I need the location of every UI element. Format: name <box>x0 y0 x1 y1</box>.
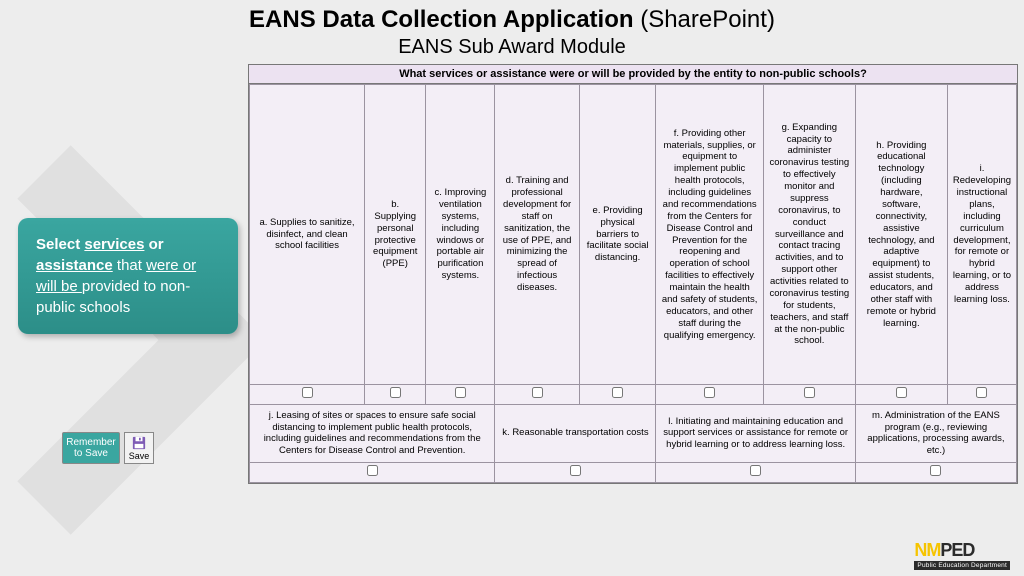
cell-i: i. Redeveloping instructional plans, inc… <box>947 85 1016 385</box>
remember-to-save-label: Remember to Save <box>62 432 120 464</box>
cell-c: c. Improving ventilation systems, includ… <box>426 85 495 385</box>
cell-l: l. Initiating and maintaining education … <box>656 404 855 462</box>
instruction-callout: Select services or assistance that were … <box>18 218 238 334</box>
checkbox-j[interactable] <box>367 465 378 476</box>
checkbox-i[interactable] <box>976 387 987 398</box>
checkbox-e[interactable] <box>612 387 623 398</box>
cell-h: h. Providing educational technology (inc… <box>855 85 947 385</box>
checkbox-m[interactable] <box>930 465 941 476</box>
table-header: What services or assistance were or will… <box>249 65 1017 84</box>
cell-m: m. Administration of the EANS program (e… <box>855 404 1016 462</box>
table-row <box>250 462 1017 482</box>
checkbox-d[interactable] <box>532 387 543 398</box>
checkbox-c[interactable] <box>455 387 466 398</box>
floppy-disk-icon <box>132 436 146 450</box>
cell-a: a. Supplies to sanitize, disinfect, and … <box>250 85 365 385</box>
table-row <box>250 385 1017 405</box>
page-title: EANS Data Collection Application (ShareP… <box>0 0 1024 34</box>
save-button[interactable]: Save <box>124 432 154 464</box>
checkbox-h[interactable] <box>896 387 907 398</box>
checkbox-f[interactable] <box>704 387 715 398</box>
cell-f: f. Providing other materials, supplies, … <box>656 85 763 385</box>
save-hint: Remember to Save Save <box>62 432 154 464</box>
page-subtitle: EANS Sub Award Module <box>0 36 1024 59</box>
checkbox-g[interactable] <box>804 387 815 398</box>
cell-k: k. Reasonable transportation costs <box>495 404 656 462</box>
cell-g: g. Expanding capacity to administer coro… <box>763 85 855 385</box>
table-row: j. Leasing of sites or spaces to ensure … <box>250 404 1017 462</box>
checkbox-a[interactable] <box>302 387 313 398</box>
checkbox-l[interactable] <box>750 465 761 476</box>
checkbox-b[interactable] <box>390 387 401 398</box>
services-table: What services or assistance were or will… <box>248 64 1018 484</box>
cell-d: d. Training and professional development… <box>495 85 579 385</box>
table-row: a. Supplies to sanitize, disinfect, and … <box>250 85 1017 385</box>
cell-e: e. Providing physical barriers to facili… <box>579 85 656 385</box>
nmped-logo: NMPED Public Education Department <box>914 540 1010 570</box>
cell-b: b. Supplying personal protective equipme… <box>365 85 426 385</box>
cell-j: j. Leasing of sites or spaces to ensure … <box>250 404 495 462</box>
checkbox-k[interactable] <box>570 465 581 476</box>
